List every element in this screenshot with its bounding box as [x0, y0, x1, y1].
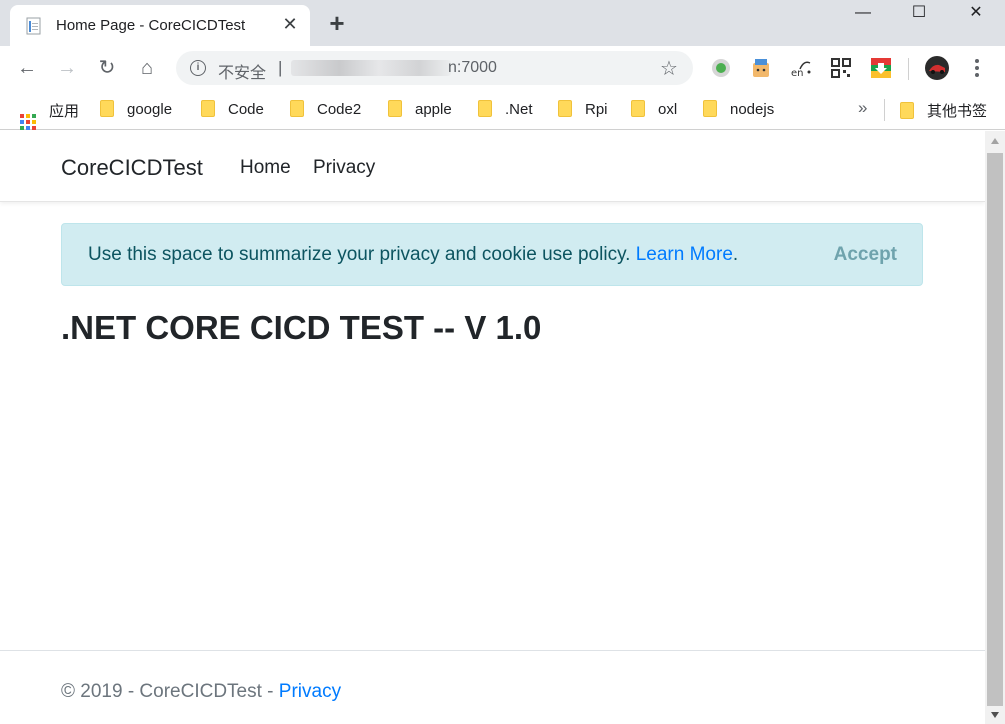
folder-icon: [558, 100, 572, 117]
accept-cookie-button[interactable]: Accept: [834, 244, 897, 266]
tab-title: Home Page - CoreCICDTest: [56, 17, 246, 34]
bookmark-apps[interactable]: 应用: [20, 100, 80, 130]
bookmark-folder-code[interactable]: Code: [201, 100, 264, 120]
bookmark-folder-apple[interactable]: apple: [388, 100, 452, 120]
scroll-up-arrow-icon[interactable]: [991, 138, 999, 144]
cookie-consent-message: Use this space to summarize your privacy…: [88, 244, 738, 266]
bookmark-folder-oxl[interactable]: oxl: [631, 100, 677, 120]
bookmark-label: .Net: [505, 101, 533, 118]
profile-avatar[interactable]: [925, 56, 949, 80]
qr-code-icon[interactable]: [830, 57, 852, 79]
forward-button[interactable]: →: [54, 55, 80, 81]
folder-icon: [100, 100, 114, 117]
browser-menu-icon[interactable]: [970, 56, 984, 80]
tab-strip: Home Page - CoreCICDTest ✕ + — ☐ ✕: [0, 0, 1005, 46]
bookmark-folder-code2[interactable]: Code2: [290, 100, 361, 120]
home-button[interactable]: ⌂: [134, 55, 160, 81]
footer-copyright: © 2019 - CoreCICDTest -: [61, 681, 279, 702]
folder-icon: [478, 100, 492, 117]
bookmark-other-bookmarks[interactable]: 其他书签: [900, 100, 987, 120]
address-bar[interactable]: i 不安全 | n:7000 ☆: [176, 51, 693, 85]
site-info-icon[interactable]: i: [190, 60, 206, 76]
tab-close-icon[interactable]: ✕: [280, 14, 300, 34]
new-tab-button[interactable]: +: [325, 10, 349, 36]
reload-button[interactable]: ↻: [94, 55, 120, 81]
maximize-button[interactable]: ☐: [896, 0, 942, 28]
svg-text:en: en: [791, 68, 804, 79]
bookmarks-divider: [884, 99, 885, 121]
bookmarks-overflow-button[interactable]: »: [858, 98, 867, 118]
bookmark-label: google: [127, 101, 173, 118]
page-viewport: CoreCICDTest Home Privacy Use this space…: [0, 131, 985, 724]
bookmark-label: 应用: [49, 103, 80, 120]
folder-icon: [900, 102, 914, 119]
footer-privacy-link[interactable]: Privacy: [279, 681, 341, 702]
minimize-button[interactable]: —: [840, 0, 886, 28]
record-icon[interactable]: [710, 57, 732, 79]
folder-icon: [388, 100, 402, 117]
nav-link-home[interactable]: Home: [240, 157, 291, 179]
bookmark-folder-google[interactable]: google: [100, 100, 172, 120]
back-button[interactable]: ←: [14, 55, 40, 81]
bookmark-label: Code2: [317, 101, 362, 118]
translate-face-icon[interactable]: [750, 57, 772, 79]
bookmark-label: oxl: [658, 101, 678, 118]
page-heading: .NET CORE CICD TEST -- V 1.0: [61, 309, 542, 346]
cookie-message-trailing: .: [732, 244, 739, 265]
bookmark-folder-nodejs[interactable]: nodejs: [703, 100, 774, 120]
window-close-button[interactable]: ✕: [953, 0, 999, 28]
redacted-url: [291, 60, 451, 76]
shield-download-icon[interactable]: [870, 57, 892, 79]
browser-toolbar: ← → ↻ ⌂ i 不安全 | n:7000 ☆ en: [0, 46, 1005, 90]
folder-icon: [201, 100, 215, 117]
toolbar-divider: [908, 58, 909, 80]
folder-icon: [290, 100, 304, 117]
folder-icon: [631, 100, 645, 117]
learn-more-link[interactable]: Learn More: [636, 244, 733, 265]
site-brand-link[interactable]: CoreCICDTest: [61, 155, 203, 181]
apps-grid-icon: [20, 114, 36, 130]
page-favicon-icon: [26, 17, 41, 35]
bookmark-label: apple: [415, 101, 452, 118]
security-label: 不安全: [218, 65, 267, 82]
bookmark-star-icon[interactable]: ☆: [660, 56, 678, 81]
site-navbar: CoreCICDTest Home Privacy: [0, 131, 985, 202]
scroll-thumb[interactable]: [987, 153, 1003, 706]
url-text: n:7000: [448, 59, 497, 76]
browser-tab-active[interactable]: Home Page - CoreCICDTest ✕: [10, 5, 310, 46]
bookmarks-bar: 应用 google Code Code2 apple .Net Rpi oxl …: [0, 90, 1005, 130]
nav-link-privacy[interactable]: Privacy: [313, 157, 375, 179]
bookmark-folder-rpi[interactable]: Rpi: [558, 100, 608, 120]
footer-text: © 2019 - CoreCICDTest - Privacy: [61, 681, 341, 703]
en-dictionary-icon[interactable]: en: [790, 57, 812, 79]
bookmark-label: 其他书签: [927, 103, 988, 120]
bookmark-label: Code: [228, 101, 264, 118]
folder-icon: [703, 100, 717, 117]
scroll-down-arrow-icon[interactable]: [991, 712, 999, 718]
cookie-message-text: Use this space to summarize your privacy…: [88, 244, 636, 265]
bookmark-label: nodejs: [730, 101, 775, 118]
address-separator: |: [278, 58, 283, 77]
page-scrollbar[interactable]: [985, 131, 1005, 724]
bookmark-label: Rpi: [585, 101, 608, 118]
bookmark-folder-dotnet[interactable]: .Net: [478, 100, 533, 120]
site-footer: © 2019 - CoreCICDTest - Privacy: [0, 650, 985, 724]
cookie-consent-alert: Use this space to summarize your privacy…: [61, 223, 923, 286]
